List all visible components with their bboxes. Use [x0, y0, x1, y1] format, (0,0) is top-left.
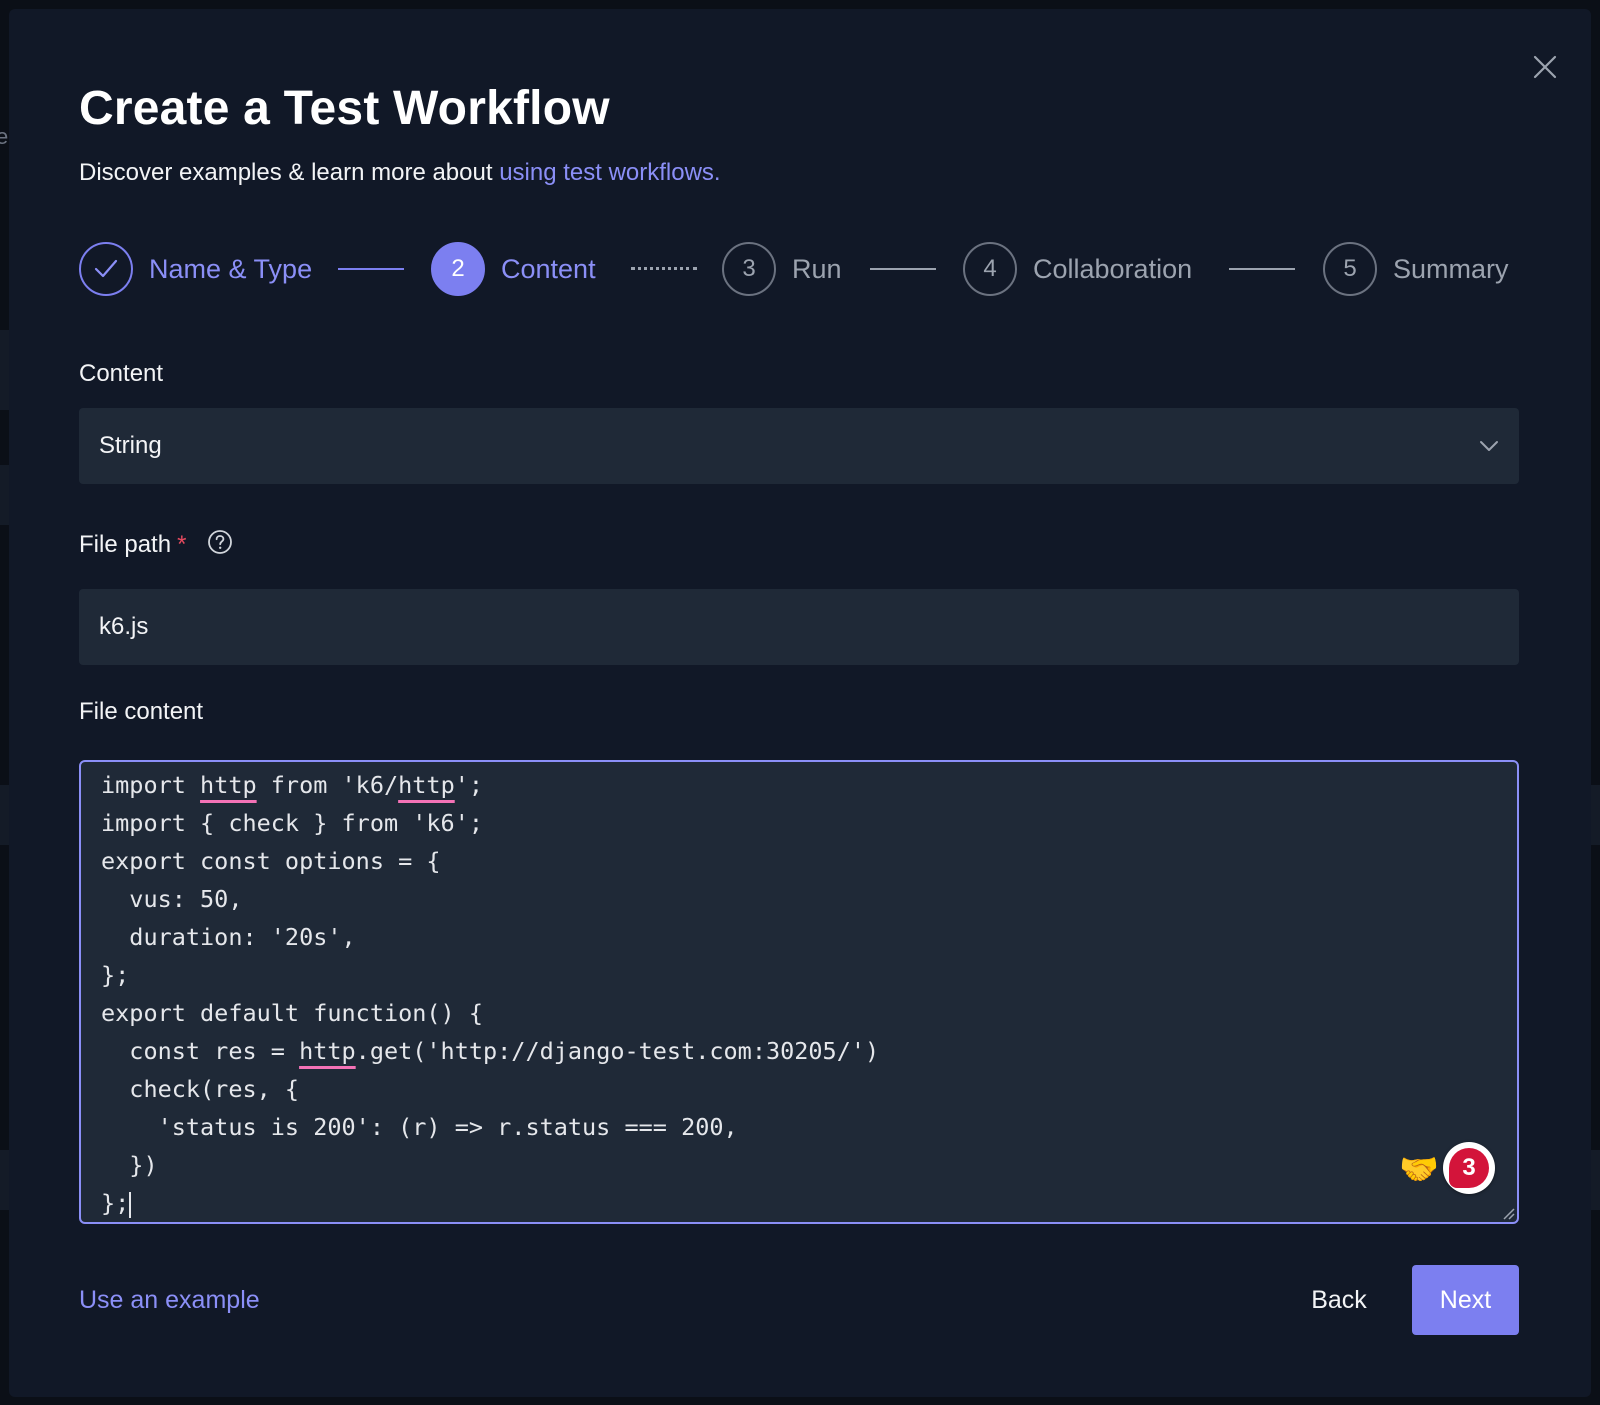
step-number: 4: [963, 242, 1017, 296]
step-content[interactable]: 2 Content: [431, 240, 596, 298]
file-path-label: File path *: [79, 529, 233, 562]
code-line: export const options = {: [101, 847, 441, 875]
code-line: }): [101, 1151, 158, 1179]
step-label: Run: [792, 253, 842, 284]
spellcheck-word: http: [299, 1037, 356, 1065]
step-run[interactable]: 3 Run: [722, 240, 842, 298]
step-name-and-type[interactable]: Name & Type: [79, 240, 312, 298]
step-label: Summary: [1393, 253, 1509, 284]
step-connector: [338, 268, 404, 270]
check-icon: [94, 259, 118, 278]
step-number: 3: [722, 242, 776, 296]
code-line: };: [101, 961, 130, 989]
wizard-stepper: Name & Type 2 Content 3 Run 4 Collaborat…: [79, 240, 1529, 298]
code-line: import { check } from 'k6';: [101, 809, 484, 837]
code-line: };: [101, 1184, 132, 1222]
file-content-editor[interactable]: import http from 'k6/http'; import { che…: [79, 760, 1519, 1224]
chevron-down-icon: [1480, 441, 1498, 451]
content-label: Content: [79, 360, 164, 387]
code-line: import http from 'k6/http';: [101, 771, 484, 799]
code-line: export default function() {: [101, 999, 484, 1027]
dialog-subtitle: Discover examples & learn more about usi…: [79, 159, 721, 187]
backdrop-panel: [0, 785, 9, 845]
backdrop-panel: [0, 1150, 9, 1210]
code-line: duration: '20s',: [101, 923, 356, 951]
help-circle-icon[interactable]: [207, 529, 233, 562]
spellcheck-word: http: [398, 771, 455, 799]
code-line: check(res, {: [101, 1075, 300, 1103]
step-connector: [631, 267, 697, 270]
use-example-link[interactable]: Use an example: [79, 1286, 260, 1315]
subtitle-text: Discover examples & learn more about: [79, 159, 500, 186]
step-circle: [79, 242, 133, 296]
create-test-workflow-dialog: Create a Test Workflow Discover examples…: [9, 9, 1591, 1397]
step-label: Name & Type: [149, 253, 313, 284]
grammar-extension-badge[interactable]: 3: [1443, 1142, 1495, 1194]
file-content-label: File content: [79, 698, 204, 725]
test-workflows-docs-link[interactable]: using test workflows.: [499, 159, 720, 186]
next-button[interactable]: Next: [1412, 1265, 1519, 1335]
notification-count: 3: [1449, 1148, 1489, 1188]
required-asterisk: *: [177, 530, 187, 558]
content-type-value: String: [99, 432, 162, 459]
code-line: const res = http.get('http://django-test…: [101, 1037, 880, 1065]
backdrop-text: e: [0, 124, 9, 149]
step-label: Collaboration: [1033, 253, 1193, 284]
resize-handle-icon[interactable]: [1499, 1204, 1515, 1220]
code-line: vus: 50,: [101, 885, 243, 913]
step-label: Content: [501, 253, 596, 284]
file-path-label-text: File path: [79, 530, 172, 558]
backdrop-panel: [1591, 785, 1600, 845]
backdrop-panel: [0, 330, 9, 410]
file-path-input[interactable]: [79, 589, 1519, 665]
step-connector: [1229, 268, 1295, 270]
backdrop-panel: [1591, 1150, 1600, 1210]
step-number: 2: [431, 242, 485, 296]
spellcheck-word: http: [200, 771, 257, 799]
code-line: 'status is 200': (r) => r.status === 200…: [101, 1113, 738, 1141]
back-button[interactable]: Back: [1289, 1265, 1389, 1335]
code-text: };: [101, 1189, 130, 1217]
content-type-select[interactable]: String: [79, 408, 1519, 484]
text-cursor: [129, 1191, 132, 1218]
step-connector: [870, 268, 936, 270]
step-collaboration[interactable]: 4 Collaboration: [963, 240, 1192, 298]
handshake-icon[interactable]: 🤝: [1399, 1152, 1439, 1186]
step-summary[interactable]: 5 Summary: [1323, 240, 1509, 298]
close-icon: [1533, 55, 1557, 79]
backdrop-panel: [0, 465, 9, 525]
step-number: 5: [1323, 242, 1377, 296]
close-button[interactable]: [1525, 47, 1565, 87]
dialog-title: Create a Test Workflow: [79, 82, 610, 135]
